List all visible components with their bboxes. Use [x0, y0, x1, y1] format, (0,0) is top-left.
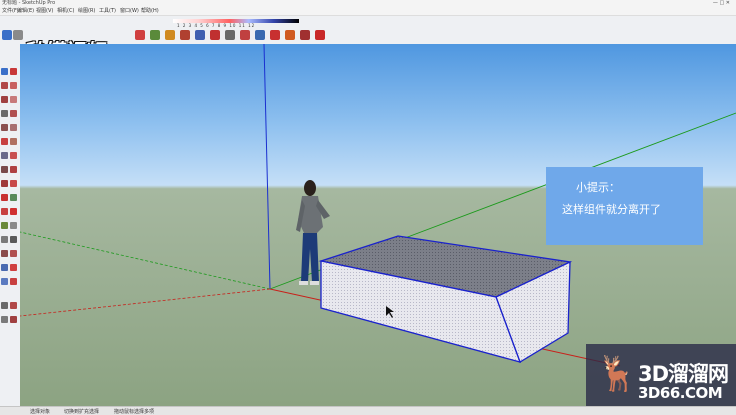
arc-icon[interactable]: [1, 110, 8, 117]
site-watermark: 🦌 3D溜溜网 3D66.COM: [586, 344, 736, 414]
left-toolbar: [0, 44, 21, 406]
dimension-icon[interactable]: [1, 194, 8, 201]
style-icon[interactable]: [10, 316, 17, 323]
rotate-icon[interactable]: [1, 166, 8, 173]
orbit-icon[interactable]: [300, 30, 310, 40]
menu-draw[interactable]: 绘图(R): [78, 7, 95, 14]
component-icon[interactable]: [10, 68, 17, 75]
menu-window[interactable]: 窗口(W): [120, 7, 139, 14]
freehand-icon[interactable]: [10, 96, 17, 103]
deer-logo-icon: 🦌: [596, 354, 639, 394]
watermark-site: 3D66.COM: [638, 384, 723, 402]
eraser-icon[interactable]: [10, 82, 17, 89]
tape-icon[interactable]: [270, 30, 280, 40]
pushpull-icon[interactable]: [1, 138, 8, 145]
line-icon[interactable]: [150, 30, 160, 40]
offset-icon[interactable]: [255, 30, 265, 40]
walk-icon[interactable]: [10, 250, 17, 257]
paint-icon[interactable]: [1, 82, 8, 89]
zoomextents-icon[interactable]: [1, 250, 8, 257]
red-axis-negative: [20, 288, 271, 317]
main-toolbar: 1 2 3 4 5 6 7 8 9 10 11 12 秒懂视频: [0, 16, 736, 64]
ruby-icon[interactable]: [315, 30, 325, 40]
menu-camera[interactable]: 相机(C): [57, 7, 74, 14]
sandbox-icon[interactable]: [10, 278, 17, 285]
zoom-icon[interactable]: [1, 236, 8, 243]
rotate-icon[interactable]: [225, 30, 235, 40]
offset-icon[interactable]: [1, 152, 8, 159]
protractor-icon[interactable]: [10, 180, 17, 187]
tip-heading: 小提示：: [576, 181, 620, 194]
arc-icon[interactable]: [165, 30, 175, 40]
zoomwindow-icon[interactable]: [10, 236, 17, 243]
tip-body: 这样组件就分离开了: [562, 203, 661, 216]
text-icon[interactable]: [285, 30, 295, 40]
rectangle-icon[interactable]: [180, 30, 190, 40]
paint-icon[interactable]: [135, 30, 145, 40]
tape-icon[interactable]: [1, 180, 8, 187]
extension-icon[interactable]: [10, 302, 17, 309]
3dtext-icon[interactable]: [10, 208, 17, 215]
section-icon[interactable]: [10, 264, 17, 271]
menu-tools[interactable]: 工具(T): [99, 7, 116, 14]
menu-view[interactable]: 视图(V): [36, 7, 53, 14]
text-icon[interactable]: [10, 194, 17, 201]
warehouse-icon[interactable]: [1, 302, 8, 309]
blue-axis: [263, 44, 271, 290]
position-camera-icon[interactable]: [1, 278, 8, 285]
pushpull-icon[interactable]: [195, 30, 205, 40]
palette-numbers: 1 2 3 4 5 6 7 8 9 10 11 12: [177, 23, 256, 28]
menu-bar: 文件(F) 编辑(E) 视图(V) 相机(C) 绘图(R) 工具(T) 窗口(W…: [0, 6, 736, 16]
rectangle-icon[interactable]: [10, 110, 17, 117]
menu-help[interactable]: 帮助(H): [141, 7, 159, 14]
scale-icon[interactable]: [240, 30, 250, 40]
pan-icon[interactable]: [10, 222, 17, 229]
polygon-icon[interactable]: [10, 124, 17, 131]
line-icon[interactable]: [1, 96, 8, 103]
color-palette[interactable]: 1 2 3 4 5 6 7 8 9 10 11 12: [173, 17, 299, 30]
select-icon[interactable]: [2, 30, 12, 40]
move-icon[interactable]: [210, 30, 220, 40]
tip-overlay: 小提示： 这样组件就分离开了: [546, 167, 703, 245]
followme-icon[interactable]: [10, 138, 17, 145]
scale-icon[interactable]: [10, 166, 17, 173]
green-axis-negative: [20, 231, 271, 290]
move-icon[interactable]: [10, 152, 17, 159]
circle-icon[interactable]: [1, 124, 8, 131]
lookaround-icon[interactable]: [1, 264, 8, 271]
axes-icon[interactable]: [1, 208, 8, 215]
menu-edit[interactable]: 编辑(E): [17, 7, 34, 14]
layer-icon[interactable]: [1, 316, 8, 323]
orbit-icon[interactable]: [1, 222, 8, 229]
select-icon[interactable]: [1, 68, 8, 75]
